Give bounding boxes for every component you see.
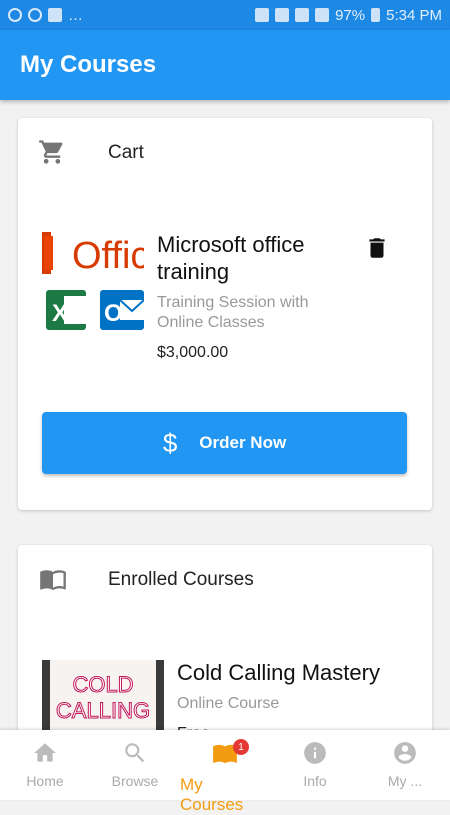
nav-home[interactable]: Home: [0, 730, 90, 800]
office-logo-text: Offic: [72, 235, 144, 277]
messenger-icon: [8, 8, 22, 22]
missed-call-icon: [48, 8, 62, 22]
bottom-navigation: Home Browse 1 My Courses Info My ...: [0, 730, 450, 814]
search-icon: [122, 740, 148, 769]
nav-my-courses-label: My Courses: [180, 775, 244, 814]
course-subtitle: Online Course: [177, 695, 280, 712]
cast-icon: [255, 8, 270, 22]
svg-text:O: O: [104, 300, 123, 327]
order-now-button[interactable]: $ Order Now: [42, 412, 407, 474]
enrolled-title: Enrolled Courses: [108, 569, 254, 590]
status-time: 5:34 PM: [386, 6, 442, 24]
nav-my-account[interactable]: My ...: [360, 730, 450, 800]
battery-icon: [371, 8, 381, 22]
page-title: My Courses: [20, 51, 157, 78]
signal-icon: [315, 8, 330, 22]
order-now-label: Order Now: [199, 433, 287, 452]
book-icon: [38, 565, 68, 598]
status-right-icons: 97% 5:34 PM: [255, 7, 442, 24]
more-notifications-icon: …: [68, 6, 83, 24]
nav-info[interactable]: Info: [270, 730, 360, 800]
course-price: $3,000.00: [157, 344, 229, 361]
account-icon: [392, 740, 418, 769]
status-bar: … 97% 5:34 PM: [0, 0, 450, 30]
delete-icon[interactable]: [364, 234, 390, 267]
battery-percent: 97%: [335, 6, 366, 24]
vibrate-icon: [275, 8, 290, 22]
course-subtitle: Training Session with Online Classes: [157, 294, 309, 331]
info-icon: [302, 740, 328, 769]
cart-card: Cart Offic X O Microsoft office training…: [18, 118, 432, 510]
cart-title: Cart: [108, 142, 144, 163]
dollar-icon: $: [162, 427, 178, 458]
home-icon: [32, 740, 58, 769]
nav-browse-label: Browse: [111, 773, 159, 789]
course-title[interactable]: Microsoft office training: [157, 231, 357, 285]
enrolled-header: Enrolled Courses: [38, 565, 254, 598]
nav-info-label: Info: [303, 773, 327, 789]
nav-my-account-label: My ...: [387, 773, 423, 789]
course-title[interactable]: Cold Calling Mastery: [177, 659, 417, 686]
nav-home-label: Home: [26, 773, 64, 789]
status-left-icons: …: [8, 7, 83, 24]
nav-my-courses[interactable]: 1 My Courses: [180, 730, 270, 814]
calling-text: CALLING: [56, 698, 150, 723]
notification-badge: 1: [233, 739, 249, 755]
nav-browse[interactable]: Browse: [90, 730, 180, 800]
cart-header: Cart: [38, 138, 144, 171]
cold-text: COLD: [72, 672, 133, 697]
app-bar: My Courses: [0, 30, 450, 100]
course-thumbnail[interactable]: Offic X O: [42, 228, 144, 338]
cart-icon: [38, 138, 66, 171]
wifi-icon: [295, 8, 310, 22]
notification-icon: [28, 8, 42, 22]
svg-text:X: X: [52, 300, 68, 327]
